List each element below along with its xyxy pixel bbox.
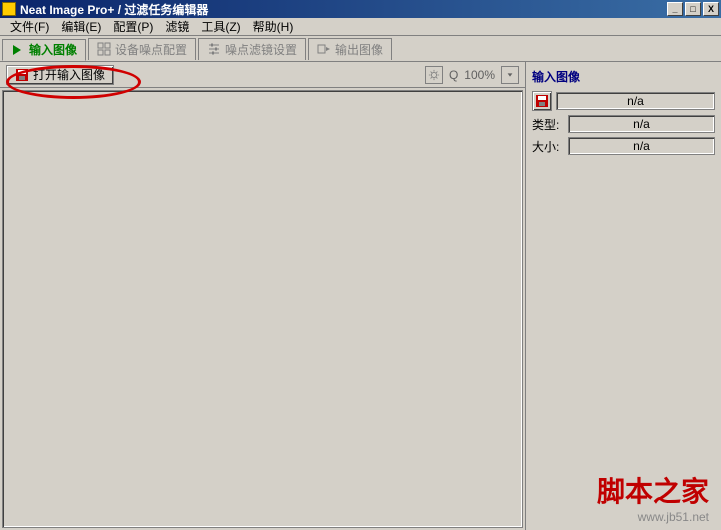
button-label: 打开输入图像 bbox=[33, 66, 105, 83]
tab-label: 输入图像 bbox=[29, 41, 77, 58]
arrow-right-green-icon bbox=[11, 43, 25, 57]
menu-config[interactable]: 配置(P) bbox=[107, 17, 159, 36]
zoom-dropdown-button[interactable] bbox=[501, 66, 519, 84]
secondary-toolbar: 打开输入图像 Q 100% bbox=[0, 62, 525, 88]
tab-device-noise[interactable]: 设备噪点配置 bbox=[88, 38, 196, 60]
menu-filter[interactable]: 滤镜 bbox=[159, 17, 195, 36]
floppy-disk-icon bbox=[15, 68, 29, 82]
panel-row-type: 类型: n/a bbox=[532, 115, 715, 133]
window-title: Neat Image Pro+ / 过滤任务编辑器 bbox=[20, 1, 667, 18]
panel-title: 输入图像 bbox=[532, 68, 715, 85]
menu-edit[interactable]: 编辑(E) bbox=[55, 17, 107, 36]
type-label: 类型: bbox=[532, 116, 568, 133]
side-panel: 输入图像 n/a 类型: n/a 大小: n/a bbox=[526, 62, 721, 530]
open-file-button[interactable] bbox=[532, 91, 552, 111]
panel-row-file: n/a bbox=[532, 91, 715, 111]
tab-label: 噪点滤镜设置 bbox=[225, 41, 297, 58]
main-area: 打开输入图像 Q 100% bbox=[0, 62, 526, 530]
floppy-disk-icon bbox=[535, 94, 549, 108]
window-controls: _ □ X bbox=[667, 2, 719, 16]
size-label: 大小: bbox=[532, 138, 568, 155]
sliders-icon bbox=[207, 42, 221, 56]
close-button[interactable]: X bbox=[703, 2, 719, 16]
settings-gear-icon[interactable] bbox=[425, 66, 443, 84]
zoom-level: 100% bbox=[464, 68, 495, 82]
zoom-controls: Q 100% bbox=[425, 66, 519, 84]
tab-input-image[interactable]: 输入图像 bbox=[2, 39, 86, 61]
filename-value: n/a bbox=[556, 92, 715, 110]
arrow-right-icon bbox=[317, 42, 331, 56]
size-value: n/a bbox=[568, 137, 715, 155]
app-icon bbox=[2, 2, 16, 16]
type-value: n/a bbox=[568, 115, 715, 133]
image-canvas[interactable] bbox=[2, 90, 523, 528]
menu-file[interactable]: 文件(F) bbox=[4, 17, 55, 36]
menu-tools[interactable]: 工具(Z) bbox=[195, 17, 246, 36]
grid-icon bbox=[97, 42, 111, 56]
menubar: 文件(F) 编辑(E) 配置(P) 滤镜 工具(Z) 帮助(H) bbox=[0, 18, 721, 36]
tab-output-image[interactable]: 输出图像 bbox=[308, 38, 392, 60]
tabbar: 输入图像 设备噪点配置 噪点滤镜设置 输出图像 bbox=[0, 36, 721, 62]
tab-label: 设备噪点配置 bbox=[115, 41, 187, 58]
open-input-image-button[interactable]: 打开输入图像 bbox=[6, 65, 114, 85]
titlebar: Neat Image Pro+ / 过滤任务编辑器 _ □ X bbox=[0, 0, 721, 18]
tab-label: 输出图像 bbox=[335, 41, 383, 58]
tab-noise-filter[interactable]: 噪点滤镜设置 bbox=[198, 38, 306, 60]
maximize-button[interactable]: □ bbox=[685, 2, 701, 16]
minimize-button[interactable]: _ bbox=[667, 2, 683, 16]
panel-row-size: 大小: n/a bbox=[532, 137, 715, 155]
menu-help[interactable]: 帮助(H) bbox=[247, 17, 300, 36]
magnifier-icon: Q bbox=[449, 68, 458, 82]
content-area: 打开输入图像 Q 100% 输入图像 n/a 类型: n bbox=[0, 62, 721, 530]
